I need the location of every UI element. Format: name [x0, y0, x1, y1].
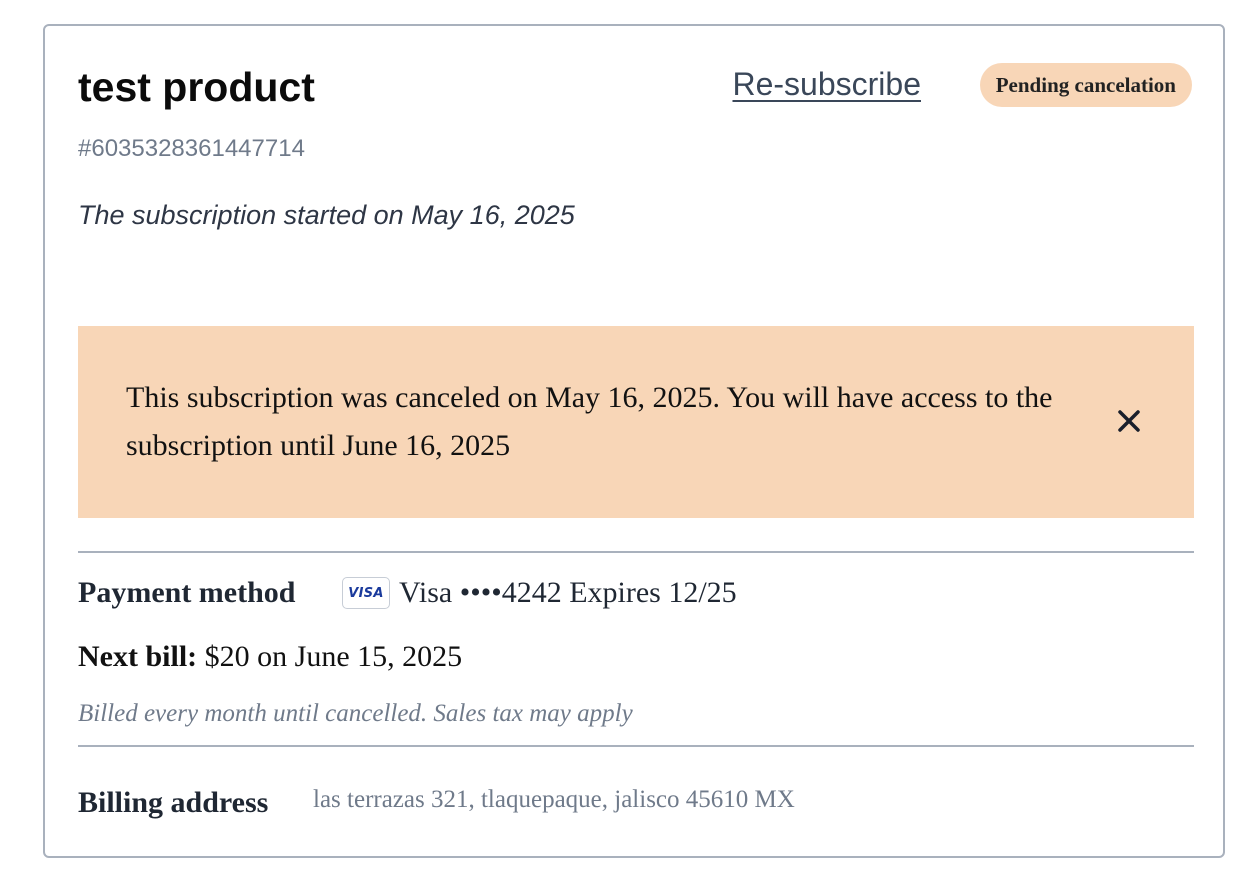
- payment-method-value: Visa ••••4242 Expires 12/25: [399, 576, 737, 609]
- cancellation-alert: This subscription was canceled on May 16…: [78, 326, 1194, 518]
- section-divider: [78, 745, 1194, 747]
- subscription-start-text: The subscription started on May 16, 2025: [78, 200, 575, 230]
- subscription-id: #6035328361447714: [78, 135, 305, 162]
- billing-note: Billed every month until cancelled. Sale…: [78, 700, 633, 727]
- billing-address-value: las terrazas 321, tlaquepaque, jalisco 4…: [313, 786, 795, 813]
- status-badge: Pending cancelation: [979, 63, 1192, 107]
- next-bill-value: $20 on June 15, 2025: [197, 640, 463, 673]
- section-divider: [78, 551, 1194, 553]
- next-bill: Next bill: $20 on June 15, 2025: [78, 638, 462, 676]
- cancellation-alert-text: This subscription was canceled on May 16…: [126, 381, 1053, 462]
- subscription-card: test product Re-subscribe Pending cancel…: [43, 24, 1225, 858]
- next-bill-label: Next bill:: [78, 640, 198, 673]
- close-icon[interactable]: [1114, 406, 1144, 436]
- product-title: test product: [78, 64, 315, 110]
- resubscribe-link[interactable]: Re-subscribe: [732, 64, 921, 104]
- billing-address-label: Billing address: [78, 786, 269, 819]
- payment-method-label: Payment method: [78, 576, 296, 609]
- visa-card-icon: VISA: [342, 577, 390, 609]
